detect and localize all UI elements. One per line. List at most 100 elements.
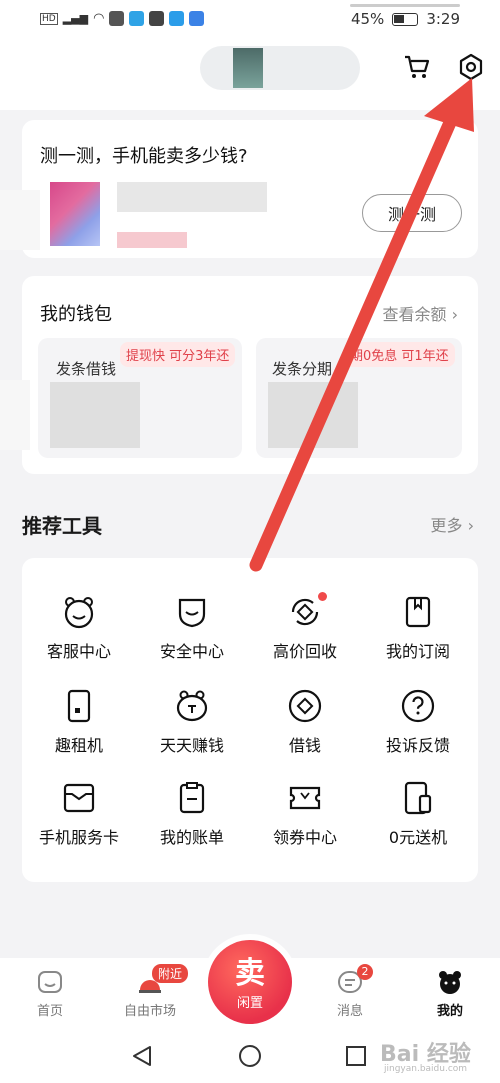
- settings-icon[interactable]: [456, 52, 486, 82]
- watermark-url: jingyan.baidu.com: [384, 1064, 468, 1074]
- wifi-icon: ◠: [93, 11, 105, 26]
- battery-icon: [392, 12, 419, 26]
- home-circle-icon[interactable]: [238, 1044, 262, 1068]
- view-balance-label: 查看余额: [382, 305, 447, 324]
- home-icon: [38, 971, 62, 993]
- system-nav-bar: Bai 经验 jingyan.baidu.com: [0, 1030, 500, 1083]
- sell-big-label: 卖: [235, 956, 265, 991]
- app-icon-1: [109, 11, 125, 26]
- tools-grid: 客服中心 安全中心 高价回收 我的订阅 趣租机 天天赚钱 借钱 投诉反馈 手机服…: [22, 558, 478, 882]
- view-balance-link[interactable]: 查看余额 ›: [382, 301, 458, 325]
- app-icon-4: [169, 11, 185, 26]
- recycle-icon: [291, 598, 319, 626]
- signal-icon: ▂▄▆: [62, 12, 89, 25]
- tab-home[interactable]: 首页: [10, 968, 90, 1019]
- chevron-right-icon: ›: [467, 516, 474, 535]
- battery-percent: 45%: [350, 10, 385, 28]
- blur-region: [0, 190, 40, 250]
- status-bar: HD ▂▄▆ ◠ 45% 3:29: [0, 0, 500, 40]
- clock: 3:29: [426, 10, 460, 28]
- tool-borrow[interactable]: 借钱: [250, 688, 360, 756]
- tools-section-title: 推荐工具: [22, 514, 102, 538]
- phone-price-blurred: [117, 232, 187, 248]
- tool-customer-service[interactable]: 客服中心: [24, 594, 134, 662]
- phone-image-blurred: [50, 182, 100, 246]
- tool-label: 客服中心: [46, 642, 111, 661]
- tool-feedback[interactable]: 投诉反馈: [363, 688, 473, 756]
- bear-icon: [439, 971, 461, 994]
- tools-more-label: 更多: [430, 516, 463, 535]
- tool-coupon-center[interactable]: 领券中心: [250, 780, 360, 848]
- free-phone-icon: [404, 781, 432, 815]
- chevron-right-icon: ›: [451, 305, 458, 324]
- borrow-amount-blurred: [50, 382, 140, 448]
- borrow-title: 发条借钱: [56, 360, 117, 378]
- sell-idle-button[interactable]: 卖 闲置: [208, 940, 292, 1024]
- status-icons-right: 45% 3:29: [351, 10, 460, 28]
- tool-label: 手机服务卡: [38, 828, 119, 847]
- status-indicator-line: [350, 4, 460, 7]
- wallet-card: 我的钱包 查看余额 › 发条借钱 提现快 可分3年还 发条分期 期0免息 可1年…: [22, 276, 478, 474]
- app-icon-5: [189, 11, 205, 26]
- recents-icon[interactable]: [344, 1044, 368, 1068]
- sell-small-label: 闲置: [236, 996, 263, 1011]
- tools-more-link[interactable]: 更多 ›: [430, 512, 474, 536]
- status-icons-left: HD ▂▄▆ ◠: [40, 11, 205, 26]
- tool-label: 投诉反馈: [385, 736, 450, 755]
- tab-messages[interactable]: 消息: [310, 968, 390, 1019]
- tool-label: 天天赚钱: [159, 736, 224, 755]
- appraise-card[interactable]: 测一测，手机能卖多少钱? 测一测: [22, 120, 478, 258]
- tool-recycle[interactable]: 高价回收: [250, 592, 360, 662]
- user-info-blurred: [200, 46, 360, 90]
- tab-messages-label: 消息: [336, 1004, 363, 1019]
- appraise-title: 测一测，手机能卖多少钱?: [40, 146, 248, 167]
- tool-label: 领券中心: [272, 828, 337, 847]
- messages-badge: 2: [357, 964, 373, 980]
- bottom-tab-bar: 首页 自由市场 附近 卖 闲置 消息 2 我的: [0, 940, 500, 1030]
- installment-amount-blurred: [268, 382, 358, 448]
- bookmark-icon: [405, 596, 431, 628]
- tool-label: 0元送机: [388, 828, 448, 847]
- bill-icon: [179, 782, 205, 814]
- tool-service-card[interactable]: 手机服务卡: [24, 780, 134, 848]
- tool-label: 借钱: [288, 736, 321, 755]
- tab-home-label: 首页: [36, 1004, 63, 1019]
- tool-rent-phone[interactable]: 趣租机: [24, 688, 134, 756]
- hd-icon: HD: [40, 12, 58, 25]
- phone-rent-icon: [67, 689, 91, 723]
- installment-title: 发条分期: [272, 360, 333, 378]
- tool-subscriptions[interactable]: 我的订阅: [363, 594, 473, 662]
- tool-label: 我的订阅: [385, 642, 450, 661]
- shield-icon: [178, 598, 206, 628]
- back-icon[interactable]: [130, 1044, 154, 1068]
- coin-icon: [288, 689, 322, 723]
- tool-my-bill[interactable]: 我的账单: [137, 780, 247, 848]
- bear-face-icon: [64, 597, 94, 629]
- app-icon-2: [129, 11, 145, 26]
- money-bear-icon: [176, 690, 208, 722]
- profile-header: [0, 40, 500, 110]
- phone-name-blurred: [117, 182, 267, 212]
- tab-market-label: 自由市场: [123, 1004, 176, 1019]
- app-icon-3: [149, 11, 165, 26]
- tab-mine-label: 我的: [436, 1004, 463, 1019]
- service-card-icon: [63, 783, 95, 813]
- appraise-button[interactable]: 测一测: [362, 194, 462, 232]
- tool-free-phone[interactable]: 0元送机: [363, 780, 473, 848]
- tool-label: 趣租机: [54, 736, 103, 755]
- question-icon: [401, 689, 435, 723]
- notification-dot: [318, 592, 327, 601]
- cart-icon[interactable]: [402, 52, 432, 82]
- tool-label: 我的账单: [159, 828, 224, 847]
- installment-tag: 期0免息 可1年还: [344, 342, 455, 367]
- coupon-icon: [289, 786, 321, 810]
- avatar[interactable]: [233, 48, 263, 88]
- tool-earn-money[interactable]: 天天赚钱: [137, 688, 247, 756]
- tool-security-center[interactable]: 安全中心: [137, 594, 247, 662]
- tool-label: 高价回收: [272, 642, 337, 661]
- blur-region: [0, 380, 30, 450]
- wallet-title: 我的钱包: [40, 304, 112, 325]
- borrow-tag: 提现快 可分3年还: [120, 342, 236, 367]
- tab-mine[interactable]: 我的: [410, 968, 490, 1019]
- market-badge: 附近: [152, 964, 189, 983]
